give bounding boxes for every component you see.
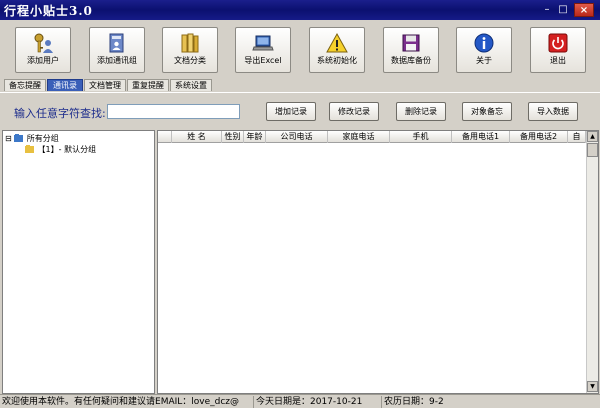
database-backup-button[interactable]: 数据库备份 [383, 27, 439, 73]
power-icon [548, 33, 568, 53]
edit-record-button[interactable]: 修改记录 [329, 102, 379, 121]
add-record-button[interactable]: 增加记录 [266, 102, 316, 121]
group-tree: ⊟ 所有分组 【1】- 默认分组 [2, 130, 155, 394]
export-excel-button[interactable]: 导出Excel [235, 27, 291, 73]
folders-icon [181, 33, 199, 53]
tab-document-management[interactable]: 文档管理 [84, 79, 126, 91]
about-label: 关于 [476, 56, 492, 65]
tree-expander[interactable]: ⊟ [5, 134, 12, 143]
tab-repeat-reminder[interactable]: 重复提醒 [127, 79, 169, 91]
add-contact-group-button[interactable]: 添加通讯组 [89, 27, 145, 73]
col-home-phone[interactable]: 家庭电话 [328, 131, 390, 143]
group-icon [25, 145, 34, 153]
add-user-button[interactable]: 添加用户 [15, 27, 71, 73]
database-backup-label: 数据库备份 [391, 56, 431, 65]
toolbar: 添加用户 添加通讯组 文档分类 导出Excel 系统初始化 数据库备份 关于 退… [0, 20, 600, 78]
col-backup-phone-1[interactable]: 备用电话1 [452, 131, 510, 143]
add-contact-group-label: 添加通讯组 [97, 56, 137, 65]
col-name[interactable]: 姓 名 [172, 131, 222, 143]
minimize-button[interactable]: – [540, 3, 554, 17]
status-welcome: 欢迎使用本软件。有任何疑问和建议请EMAIL：love_dcz@ [0, 396, 254, 408]
exit-button[interactable]: 退出 [530, 27, 586, 73]
document-category-button[interactable]: 文档分类 [162, 27, 218, 73]
tree-root-label: 所有分组 [26, 134, 59, 143]
status-today-date: 今天日期是：2017-10-21 [254, 396, 382, 408]
tab-contacts[interactable]: 通讯录 [47, 79, 83, 91]
close-button[interactable]: × [574, 3, 594, 17]
col-more[interactable]: 自 [568, 131, 586, 143]
tab-memo-reminder[interactable]: 备忘提醒 [4, 79, 46, 91]
col-mobile[interactable]: 手机 [390, 131, 452, 143]
scroll-down-icon[interactable]: ▼ [587, 381, 598, 392]
export-excel-label: 导出Excel [244, 56, 282, 65]
about-button[interactable]: 关于 [456, 27, 512, 73]
import-data-button[interactable]: 导入数据 [528, 102, 578, 121]
tree-root-node[interactable]: ⊟ 所有分组 [5, 133, 59, 144]
floppy-disk-icon [402, 34, 420, 52]
col-indicator [158, 131, 172, 143]
tree-child-node[interactable]: 【1】- 默认分组 [25, 144, 96, 155]
contact-book-icon [109, 33, 124, 53]
search-label: 输入任意字符查找: [14, 107, 106, 120]
maximize-button[interactable]: □ [556, 3, 570, 17]
system-init-label: 系统初始化 [317, 56, 357, 65]
vertical-scrollbar[interactable]: ▲ ▼ [586, 131, 598, 393]
delete-record-button[interactable]: 删除记录 [396, 102, 446, 121]
table-header: 姓 名 性别 年龄 公司电话 家庭电话 手机 备用电话1 备用电话2 自 [158, 131, 586, 143]
document-category-label: 文档分类 [174, 56, 206, 65]
info-icon [474, 33, 494, 53]
laptop-export-icon [252, 35, 274, 51]
scroll-up-icon[interactable]: ▲ [587, 131, 598, 142]
col-backup-phone-2[interactable]: 备用电话2 [510, 131, 568, 143]
system-init-button[interactable]: 系统初始化 [309, 27, 365, 73]
scroll-thumb[interactable] [587, 143, 598, 157]
col-company-phone[interactable]: 公司电话 [266, 131, 328, 143]
contacts-table: 姓 名 性别 年龄 公司电话 家庭电话 手机 备用电话1 备用电话2 自 ▲ ▼ [157, 130, 599, 394]
status-bar: 欢迎使用本软件。有任何疑问和建议请EMAIL：love_dcz@ 今天日期是：2… [0, 394, 600, 408]
tree-child-label: 【1】- 默认分组 [37, 145, 97, 154]
title-bar: 行程小贴士3.0 – □ × [0, 0, 600, 20]
add-user-label: 添加用户 [27, 56, 59, 65]
col-age[interactable]: 年龄 [244, 131, 266, 143]
group-folder-icon [14, 134, 24, 142]
warning-icon [326, 32, 348, 53]
col-gender[interactable]: 性别 [222, 131, 244, 143]
tab-strip: 备忘提醒 通讯录 文档管理 重复提醒 系统设置 [0, 78, 600, 92]
search-input[interactable] [107, 104, 240, 119]
exit-label: 退出 [550, 56, 566, 65]
tab-system-settings[interactable]: 系统设置 [170, 79, 212, 91]
object-memo-button[interactable]: 对象备忘 [462, 102, 512, 121]
status-lunar-date: 农历日期：9-2 [384, 397, 444, 407]
window-title: 行程小贴士3.0 [4, 4, 93, 18]
keys-user-icon [34, 33, 53, 53]
